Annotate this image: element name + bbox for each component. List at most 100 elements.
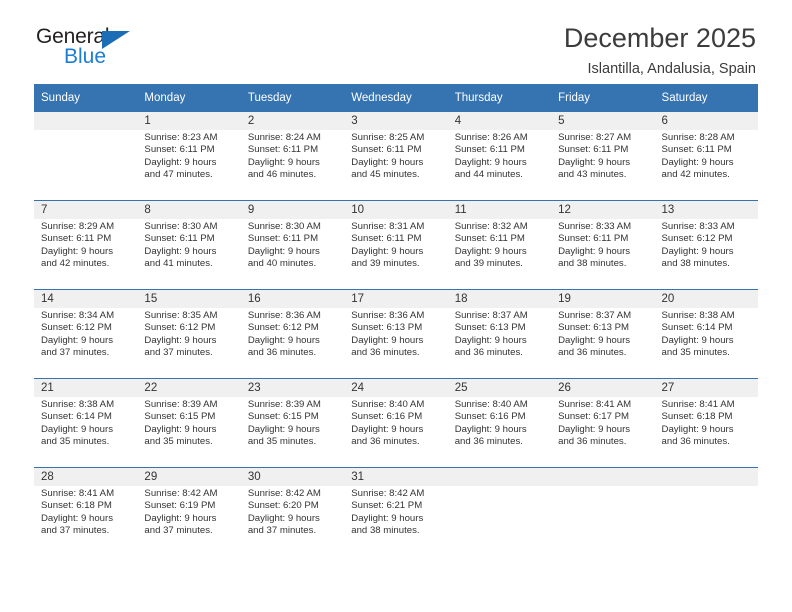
daylight-text: and 39 minutes. <box>454 258 523 270</box>
daylight-text: and 37 minutes. <box>247 525 317 537</box>
day-cell-18[interactable]: Sunrise: 8:37 AM Sunset: 6:13 PM Daylight:… <box>447 308 552 379</box>
day-cell-27[interactable]: Sunrise: 8:41 AM Sunset: 6:18 PM Daylight:… <box>654 397 758 468</box>
day-number-19[interactable]: 19 <box>551 289 655 308</box>
day-number-5[interactable]: 5 <box>551 112 655 130</box>
day-number-8[interactable]: 8 <box>137 200 241 219</box>
daylight-text: Daylight: 9 hours <box>454 423 527 435</box>
sunrise-text: Sunrise: 8:40 AM <box>351 399 425 410</box>
daylight-text: Daylight: 9 hours <box>41 423 113 435</box>
sunrise-text: Sunrise: 8:24 AM <box>247 132 321 143</box>
weekday-header-friday: Friday <box>551 84 655 112</box>
daylight-text: Daylight: 9 hours <box>351 423 424 435</box>
sunset-text: Sunset: 6:20 PM <box>247 500 319 512</box>
day-cell-14[interactable]: Sunrise: 8:34 AM Sunset: 6:12 PM Daylight:… <box>34 308 138 379</box>
day-number-10[interactable]: 10 <box>344 200 448 219</box>
day-number-27[interactable]: 27 <box>654 378 758 397</box>
day-cell-30[interactable]: Sunrise: 8:42 AM Sunset: 6:20 PM Daylight:… <box>240 486 345 556</box>
day-number-7[interactable]: 7 <box>34 200 138 219</box>
day-number-9[interactable]: 9 <box>240 200 345 219</box>
day-cell-9[interactable]: Sunrise: 8:30 AM Sunset: 6:11 PM Daylight:… <box>240 219 345 290</box>
day-number-22[interactable]: 22 <box>137 378 241 397</box>
day-number-4[interactable]: 4 <box>447 112 552 130</box>
sunrise-text: Sunrise: 8:42 AM <box>144 488 218 499</box>
day-cell-8[interactable]: Sunrise: 8:30 AM Sunset: 6:11 PM Daylight:… <box>137 219 241 290</box>
day-cell-15[interactable]: Sunrise: 8:35 AM Sunset: 6:12 PM Daylight:… <box>137 308 241 379</box>
day-cell-2[interactable]: Sunrise: 8:24 AM Sunset: 6:11 PM Daylight:… <box>240 130 345 201</box>
day-number-29[interactable]: 29 <box>137 467 241 486</box>
day-cell-7[interactable]: Sunrise: 8:29 AM Sunset: 6:11 PM Daylight:… <box>34 219 138 290</box>
day-number-6[interactable]: 6 <box>654 112 758 130</box>
daylight-text: and 42 minutes. <box>661 169 730 181</box>
day-cell-23[interactable]: Sunrise: 8:39 AM Sunset: 6:15 PM Daylight:… <box>240 397 345 468</box>
day-cell-12[interactable]: Sunrise: 8:33 AM Sunset: 6:11 PM Daylight:… <box>551 219 655 290</box>
day-number-20[interactable]: 20 <box>654 289 758 308</box>
sunrise-text: Sunrise: 8:35 AM <box>144 310 218 321</box>
daylight-text: Daylight: 9 hours <box>351 334 424 346</box>
daylight-text: Daylight: 9 hours <box>351 512 424 524</box>
day-cell-22[interactable]: Sunrise: 8:39 AM Sunset: 6:15 PM Daylight:… <box>137 397 241 468</box>
daylight-text: Daylight: 9 hours <box>144 156 217 168</box>
sunset-text: Sunset: 6:11 PM <box>558 233 629 245</box>
day-number-15[interactable]: 15 <box>137 289 241 308</box>
sunset-text: Sunset: 6:11 PM <box>247 144 319 156</box>
day-number-2[interactable]: 2 <box>240 112 345 130</box>
daylight-text: and 44 minutes. <box>454 169 523 181</box>
day-cell-17[interactable]: Sunrise: 8:36 AM Sunset: 6:13 PM Daylight:… <box>344 308 448 379</box>
day-cell-31[interactable]: Sunrise: 8:42 AM Sunset: 6:21 PM Daylight:… <box>344 486 448 556</box>
day-cell-6[interactable]: Sunrise: 8:28 AM Sunset: 6:11 PM Daylight:… <box>654 130 758 201</box>
sunset-text: Sunset: 6:13 PM <box>351 322 423 334</box>
sunrise-text: Sunrise: 8:39 AM <box>144 399 218 410</box>
day-cell-16[interactable]: Sunrise: 8:36 AM Sunset: 6:12 PM Daylight:… <box>240 308 345 379</box>
day-number-16[interactable]: 16 <box>240 289 345 308</box>
day-number-12[interactable]: 12 <box>551 200 655 219</box>
day-cell-13[interactable]: Sunrise: 8:33 AM Sunset: 6:12 PM Daylight:… <box>654 219 758 290</box>
day-cell-20[interactable]: Sunrise: 8:38 AM Sunset: 6:14 PM Daylight:… <box>654 308 758 379</box>
daylight-text: and 42 minutes. <box>41 258 110 270</box>
day-number-17[interactable]: 17 <box>344 289 448 308</box>
day-number-23[interactable]: 23 <box>240 378 345 397</box>
day-cell-10[interactable]: Sunrise: 8:31 AM Sunset: 6:11 PM Daylight:… <box>344 219 448 290</box>
sunset-text: Sunset: 6:14 PM <box>41 411 112 423</box>
day-number-18[interactable]: 18 <box>447 289 552 308</box>
daylight-text: Daylight: 9 hours <box>144 512 217 524</box>
sunrise-text: Sunrise: 8:41 AM <box>661 399 735 410</box>
day-number-21[interactable]: 21 <box>34 378 138 397</box>
day-number-25[interactable]: 25 <box>447 378 552 397</box>
day-number-30[interactable]: 30 <box>240 467 345 486</box>
sunset-text: Sunset: 6:12 PM <box>661 233 733 245</box>
day-number-13[interactable]: 13 <box>654 200 758 219</box>
day-cell-29[interactable]: Sunrise: 8:42 AM Sunset: 6:19 PM Daylight:… <box>137 486 241 556</box>
sunset-text: Sunset: 6:11 PM <box>144 144 215 156</box>
day-cell-5[interactable]: Sunrise: 8:27 AM Sunset: 6:11 PM Daylight:… <box>551 130 655 201</box>
day-cell-26[interactable]: Sunrise: 8:41 AM Sunset: 6:17 PM Daylight:… <box>551 397 655 468</box>
day-cell-19[interactable]: Sunrise: 8:37 AM Sunset: 6:13 PM Daylight:… <box>551 308 655 379</box>
day-cell-28[interactable]: Sunrise: 8:41 AM Sunset: 6:18 PM Daylight:… <box>34 486 138 556</box>
day-cell-24[interactable]: Sunrise: 8:40 AM Sunset: 6:16 PM Daylight:… <box>344 397 448 468</box>
sunrise-text: Sunrise: 8:34 AM <box>41 310 115 321</box>
sunrise-text: Sunrise: 8:38 AM <box>661 310 735 321</box>
day-cell-1[interactable]: Sunrise: 8:23 AM Sunset: 6:11 PM Daylight:… <box>137 130 241 201</box>
day-number-14[interactable]: 14 <box>34 289 138 308</box>
day-number-empty <box>551 467 655 486</box>
day-cell-empty <box>447 486 552 556</box>
day-number-26[interactable]: 26 <box>551 378 655 397</box>
day-number-3[interactable]: 3 <box>344 112 448 130</box>
sunrise-text: Sunrise: 8:33 AM <box>558 221 632 232</box>
sunrise-text: Sunrise: 8:27 AM <box>558 132 632 143</box>
sunset-text: Sunset: 6:17 PM <box>558 411 630 423</box>
day-cell-4[interactable]: Sunrise: 8:26 AM Sunset: 6:11 PM Daylight:… <box>447 130 552 201</box>
day-number-31[interactable]: 31 <box>344 467 448 486</box>
day-cell-11[interactable]: Sunrise: 8:32 AM Sunset: 6:11 PM Daylight:… <box>447 219 552 290</box>
day-number-28[interactable]: 28 <box>34 467 138 486</box>
day-cell-3[interactable]: Sunrise: 8:25 AM Sunset: 6:11 PM Daylight:… <box>344 130 448 201</box>
day-cell-21[interactable]: Sunrise: 8:38 AM Sunset: 6:14 PM Daylight:… <box>34 397 138 468</box>
day-cell-25[interactable]: Sunrise: 8:40 AM Sunset: 6:16 PM Daylight:… <box>447 397 552 468</box>
sunset-text: Sunset: 6:11 PM <box>351 144 422 156</box>
day-number-1[interactable]: 1 <box>137 112 241 130</box>
daylight-text: and 45 minutes. <box>351 169 420 181</box>
sunset-text: Sunset: 6:11 PM <box>41 233 112 245</box>
sunset-text: Sunset: 6:15 PM <box>144 411 216 423</box>
daylight-text: and 36 minutes. <box>661 436 730 448</box>
day-number-24[interactable]: 24 <box>344 378 448 397</box>
day-number-11[interactable]: 11 <box>447 200 552 219</box>
